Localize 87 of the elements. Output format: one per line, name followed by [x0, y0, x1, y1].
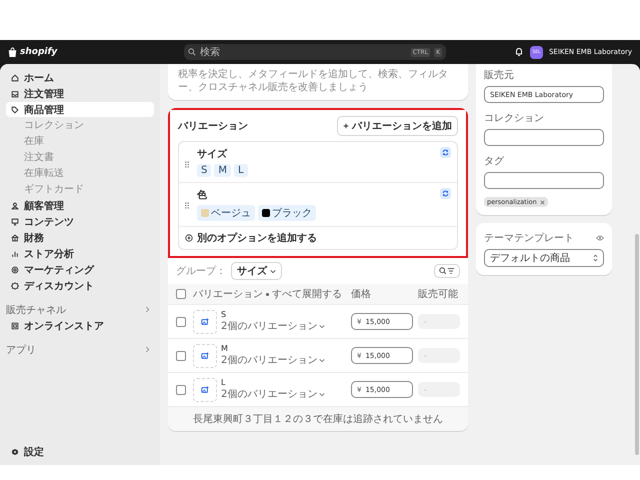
option-value-chip: ベージュ	[197, 205, 255, 221]
gear-badge-icon	[11, 282, 19, 290]
sidebar-item[interactable]: 顧客管理	[6, 198, 154, 213]
sidebar-item[interactable]: コンテンツ	[6, 214, 154, 229]
chevron-down-icon	[319, 392, 326, 396]
settings-icon	[11, 448, 19, 456]
inventory-note: 長尾東興町３丁目１２の３で在庫は追跡されていません	[168, 407, 468, 431]
column-header: 販売可能	[418, 288, 459, 301]
sidebar-item[interactable]: 設定	[6, 444, 154, 459]
eye-icon[interactable]	[596, 235, 604, 241]
search-input[interactable]: 検索	[200, 46, 407, 58]
section-heading: 販売チャネル	[6, 304, 66, 316]
separator-dot	[266, 292, 269, 296]
image-icon	[201, 318, 209, 326]
variant-name: S	[221, 310, 226, 319]
shopping-bag-icon	[8, 46, 17, 58]
collection-field[interactable]	[484, 129, 604, 146]
tag-field[interactable]	[484, 172, 604, 189]
template-select[interactable]: デフォルトの商品	[484, 249, 604, 267]
sidebar-item[interactable]: オンラインストア	[6, 318, 154, 333]
variant-name: L	[221, 378, 226, 387]
option-value-chip: L	[234, 164, 248, 177]
group-label: グループ：	[176, 264, 226, 278]
option-name: サイズ	[197, 148, 228, 161]
monitor-icon	[11, 218, 19, 226]
chevron-down-icon	[319, 324, 326, 328]
logo-text: shopify	[20, 47, 58, 57]
home-icon	[11, 74, 19, 82]
column-header: バリエーション	[193, 288, 263, 301]
target-icon	[11, 266, 19, 274]
sidebar-item[interactable]: 商品管理	[6, 102, 154, 117]
image-icon	[201, 352, 209, 360]
chevron-down-icon	[319, 358, 326, 362]
option-name: 色	[197, 188, 208, 202]
chevron-down-icon	[270, 268, 276, 274]
image-placeholder[interactable]	[193, 344, 217, 368]
add-option-link[interactable]: 別のオプションを追加する	[179, 227, 457, 249]
group-dropdown[interactable]: サイズ	[231, 262, 282, 280]
add-variation-button[interactable]: バリエーションを追加	[337, 116, 458, 136]
column-header: 価格	[351, 288, 372, 301]
intro-text: 税率を決定し、メタフィールドを追加して、検索、フィルター、クロスチャネル販売を改善しましょう	[178, 68, 449, 94]
plus-icon	[343, 123, 349, 129]
chevron-right-icon[interactable]	[145, 306, 150, 313]
chevron-right-icon[interactable]	[145, 346, 150, 353]
sidebar-item[interactable]: ホーム	[6, 70, 154, 85]
sidebar-item[interactable]: ストア分析	[6, 246, 154, 261]
checkbox[interactable]	[176, 289, 186, 299]
checkbox[interactable]	[176, 350, 186, 360]
variant-count-toggle[interactable]: 2個のバリエーション	[221, 353, 326, 367]
person-icon	[11, 202, 19, 210]
sidebar-item[interactable]: 注文管理	[6, 86, 154, 101]
search-filter-icon	[439, 267, 455, 275]
variant-count-toggle[interactable]: 2個のバリエーション	[221, 387, 326, 401]
drag-handle-icon[interactable]	[185, 202, 189, 209]
image-icon	[201, 386, 209, 394]
close-icon[interactable]	[540, 200, 545, 204]
tag-icon	[11, 106, 19, 114]
expand-all-link[interactable]: すべて展開する	[272, 287, 342, 301]
field-label: テーマテンプレート	[484, 232, 574, 245]
up-down-chevron-icon	[593, 254, 598, 262]
bank-icon	[11, 234, 19, 242]
section-heading: アプリ	[6, 344, 36, 356]
field-label: タグ	[484, 155, 505, 168]
circular-arrows-icon[interactable]	[440, 147, 451, 158]
image-placeholder[interactable]	[193, 310, 217, 334]
option-value-chip: M	[214, 164, 231, 177]
variant-name: M	[221, 344, 228, 353]
search-filter-button[interactable]	[434, 264, 460, 278]
search-icon	[188, 48, 196, 56]
image-placeholder[interactable]	[193, 378, 217, 402]
variant-count-toggle[interactable]: 2個のバリエーション	[221, 319, 326, 333]
bar-chart-icon	[11, 250, 19, 258]
checkbox[interactable]	[176, 316, 186, 326]
circular-arrows-icon[interactable]	[440, 188, 451, 199]
option-value-chip: S	[197, 164, 212, 177]
sidebar-item[interactable]: 財務	[6, 230, 154, 245]
sidebar-item[interactable]: マーケティング	[6, 262, 154, 277]
plus-circle-icon	[185, 234, 193, 242]
field-label: コレクション	[484, 112, 545, 125]
option-value-chip: ブラック	[258, 205, 316, 221]
field-label: 販売元	[484, 68, 515, 82]
bell-icon[interactable]	[514, 47, 524, 57]
drag-handle-icon[interactable]	[185, 161, 189, 168]
inbox-icon	[11, 90, 19, 98]
sidebar-item[interactable]: ディスカウント	[6, 278, 154, 293]
section-title: バリエーション	[178, 120, 248, 133]
checkbox[interactable]	[176, 384, 186, 394]
